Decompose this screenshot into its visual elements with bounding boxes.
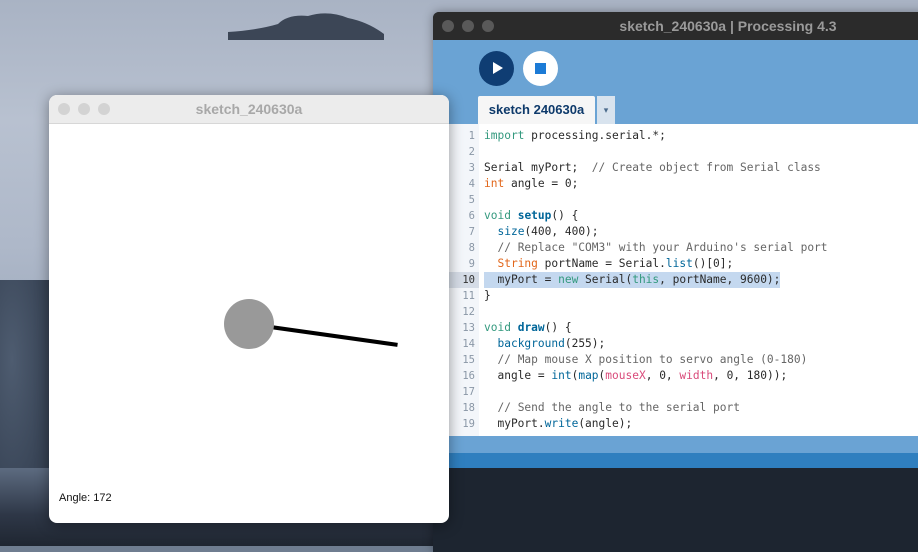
- line-number: 1: [468, 130, 475, 142]
- angle-readout: Angle: 172: [59, 492, 112, 504]
- code-line[interactable]: 12: [449, 304, 918, 320]
- code-line[interactable]: 5: [449, 192, 918, 208]
- code-line[interactable]: 13 void draw() {: [449, 320, 918, 336]
- ide-window-title: sketch_240630a | Processing 4.3: [619, 18, 837, 34]
- line-number: 6: [468, 210, 475, 222]
- code-line[interactable]: 3 Serial myPort; // Create object from Se…: [449, 160, 918, 176]
- stop-button[interactable]: [523, 51, 558, 86]
- line-number: 11: [462, 290, 475, 302]
- code-text: int angle = 0;: [484, 177, 579, 190]
- code-line[interactable]: 6 void setup() {: [449, 208, 918, 224]
- code-lines: 1 import processing.serial.*; 2 3 Serial myP…: [449, 128, 918, 432]
- play-icon: [493, 62, 503, 74]
- line-number: 18: [462, 402, 475, 414]
- code-line[interactable]: 18 // Send the angle to the serial port: [449, 400, 918, 416]
- code-line[interactable]: 19 myPort.write(angle);: [449, 416, 918, 432]
- code-line[interactable]: 14 background(255);: [449, 336, 918, 352]
- code-line[interactable]: 8 // Replace "COM3" with your Arduino's …: [449, 240, 918, 256]
- code-line[interactable]: 1 import processing.serial.*;: [449, 128, 918, 144]
- code-line[interactable]: 16 angle = int(map(mouseX, 0, width, 0, …: [449, 368, 918, 384]
- code-line[interactable]: 10 myPort = new Serial(this, portName, 9…: [449, 272, 918, 288]
- code-editor[interactable]: 1 import processing.serial.*; 2 3 Serial myP…: [449, 124, 918, 436]
- code-text: import processing.serial.*;: [484, 129, 666, 142]
- wallpaper-island: [228, 13, 384, 40]
- line-number: 5: [468, 194, 475, 206]
- code-text: myPort.write(angle);: [484, 417, 633, 430]
- tab-sketch[interactable]: sketch 240630a: [478, 96, 595, 124]
- sketch-window: sketch_240630a Angle: 172: [49, 95, 449, 523]
- code-line[interactable]: 15 // Map mouse X position to servo angl…: [449, 352, 918, 368]
- stop-icon: [535, 63, 546, 74]
- line-number: 15: [462, 354, 475, 366]
- code-line[interactable]: 9 String portName = Serial.list()[0];: [449, 256, 918, 272]
- code-text: myPort = new Serial(this, portName, 9600…: [484, 272, 781, 288]
- code-line[interactable]: 17: [449, 384, 918, 400]
- code-line[interactable]: 2: [449, 144, 918, 160]
- ide-titlebar[interactable]: sketch_240630a | Processing 4.3: [433, 12, 918, 40]
- code-text: Serial myPort; // Create object from Ser…: [484, 161, 821, 174]
- code-text: // Replace "COM3" with your Arduino's se…: [497, 241, 828, 254]
- ide-toolbar: sketch 240630a ▾: [433, 40, 918, 124]
- line-number: 9: [468, 258, 475, 270]
- code-text: void draw() {: [484, 321, 572, 334]
- code-line[interactable]: 11}: [449, 288, 918, 304]
- editor-status-bar: [449, 436, 918, 453]
- line-number: 19: [462, 418, 475, 430]
- line-number: 12: [462, 306, 475, 318]
- servo-pivot-circle: [224, 299, 274, 349]
- line-number: 2: [468, 146, 475, 158]
- line-number: 4: [468, 178, 475, 190]
- sketch-titlebar[interactable]: sketch_240630a: [49, 95, 449, 124]
- code-text: void setup() {: [484, 209, 579, 222]
- line-number: 16: [462, 370, 475, 382]
- sketch-canvas[interactable]: [49, 124, 449, 523]
- run-button[interactable]: [479, 51, 514, 86]
- code-line[interactable]: 7 size(400, 400);: [449, 224, 918, 240]
- code-text: background(255);: [497, 337, 606, 350]
- console-header-bar: [449, 453, 918, 468]
- code-line[interactable]: 4 int angle = 0;: [449, 176, 918, 192]
- line-number: 8: [468, 242, 475, 254]
- code-text: // Map mouse X position to servo angle (…: [497, 353, 808, 366]
- line-number: 3: [468, 162, 475, 174]
- sketch-window-title: sketch_240630a: [195, 101, 303, 117]
- code-text: // Send the angle to the serial port: [497, 401, 740, 414]
- line-number: 14: [462, 338, 475, 350]
- line-number: 13: [462, 322, 475, 334]
- code-text: String portName = Serial.list()[0];: [497, 257, 734, 270]
- line-number: 7: [468, 226, 475, 238]
- code-text: }: [484, 289, 491, 302]
- processing-ide-window: sketch_240630a | Processing 4.3 sketch 2…: [433, 12, 918, 552]
- tab-menu-chevron-icon[interactable]: ▾: [597, 96, 615, 124]
- code-text: size(400, 400);: [497, 225, 599, 238]
- code-text: angle = int(map(mouseX, 0, width, 0, 180…: [484, 369, 788, 382]
- line-number: 10: [449, 272, 479, 288]
- line-number: 17: [462, 386, 475, 398]
- console-area: [433, 468, 918, 552]
